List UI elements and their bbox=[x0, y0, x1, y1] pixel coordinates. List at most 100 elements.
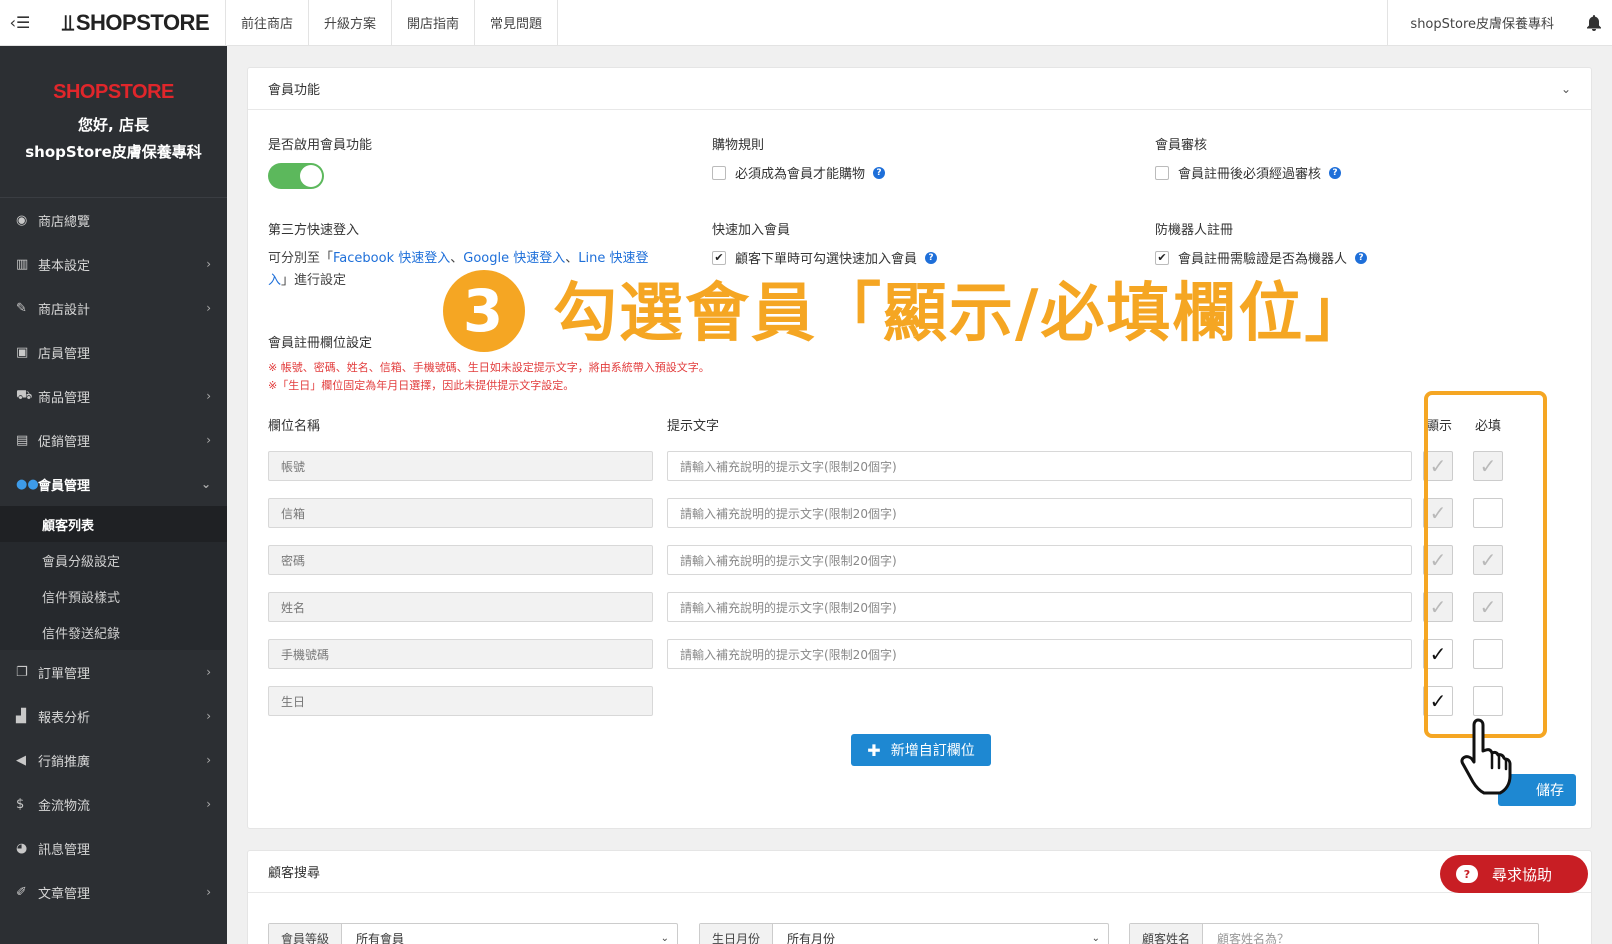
member-settings-panel: 會員功能 ⌄ 是否啟用會員功能 購物規則 必須成為會員才能購物 ? 會員審核 會… bbox=[247, 67, 1592, 829]
sidebar-item-messages[interactable]: ◕ 訊息管理 bbox=[0, 826, 227, 870]
brand-logo: SHOPSTORE bbox=[53, 81, 174, 103]
field-name-name: 姓名 bbox=[268, 592, 653, 622]
step-number-badge: 3 bbox=[443, 270, 525, 353]
field-name-account: 帳號 bbox=[268, 451, 653, 481]
members-only-checkbox[interactable] bbox=[712, 165, 726, 180]
sidebar-item-basic-settings[interactable]: ▥ 基本設定 › bbox=[0, 242, 227, 286]
chevron-right-icon: › bbox=[206, 709, 211, 723]
sidebar-subitem-mail-templates[interactable]: 信件預設樣式 bbox=[0, 578, 227, 614]
lock-icon: ▣ bbox=[16, 344, 29, 360]
bar-chart-icon: ▟ bbox=[16, 708, 26, 724]
annotation-text: 勾選會員「顯示/必填欄位」 bbox=[553, 277, 1371, 351]
chevron-down-icon: ⌄ bbox=[1091, 932, 1100, 944]
sidebar-item-staff[interactable]: ▣ 店員管理 bbox=[0, 330, 227, 374]
anti-bot-label: 防機器人註冊 bbox=[1155, 223, 1234, 238]
hint-input-email[interactable]: 請輸入補充說明的提示文字(限制20個字) bbox=[667, 498, 1412, 528]
field-name-email: 信箱 bbox=[268, 498, 653, 528]
enable-member-label: 是否啟用會員功能 bbox=[268, 138, 373, 153]
require-review-checkbox[interactable] bbox=[1155, 165, 1169, 180]
bell-icon bbox=[1587, 14, 1601, 31]
store-title: shopStore皮膚保養專科 bbox=[25, 143, 202, 161]
field-name-password: 密碼 bbox=[268, 545, 653, 575]
top-nav: 前往商店 升級方案 開店指南 常見問題 bbox=[226, 0, 559, 46]
sidebar-item-marketing[interactable]: ◀ 行銷推廣 › bbox=[0, 738, 227, 782]
help-icon[interactable]: ? bbox=[873, 166, 886, 179]
store-name-menu[interactable]: shopStore皮膚保養專科 bbox=[1387, 0, 1576, 46]
sidebar-item-reports[interactable]: ▟ 報表分析 › bbox=[0, 694, 227, 738]
require-review-label: 會員註冊後必須經過審核 bbox=[1178, 167, 1322, 182]
plus-icon: ✚ bbox=[867, 740, 881, 760]
sidebar-item-articles[interactable]: ✐ 文章管理 › bbox=[0, 870, 227, 914]
sidebar-subitem-member-levels[interactable]: 會員分級設定 bbox=[0, 542, 227, 578]
chevron-right-icon: › bbox=[206, 433, 211, 447]
line-login-link-cont[interactable]: 入 bbox=[268, 273, 281, 288]
reg-fields-note-1: ※ 帳號、密碼、姓名、信箱、手機號碼、生日如未設定提示文字，將由系統帶入預設文字… bbox=[268, 361, 710, 374]
chevron-right-icon: › bbox=[206, 301, 211, 315]
chevron-right-icon: › bbox=[206, 257, 211, 271]
chevron-down-icon: ⌄ bbox=[1560, 81, 1571, 96]
sidebar-item-orders[interactable]: ❐ 訂單管理 › bbox=[0, 650, 227, 694]
logo[interactable]: ⫫ SHOPSTORE bbox=[40, 0, 226, 46]
top-nav-guide[interactable]: 開店指南 bbox=[392, 0, 476, 46]
sidebar-subitem-customer-list[interactable]: 顧客列表 bbox=[0, 506, 227, 542]
hint-input-mobile[interactable]: 請輸入補充說明的提示文字(限制20個字) bbox=[667, 639, 1412, 669]
greeting-text: 您好, 店長 bbox=[78, 116, 149, 134]
hint-input-password[interactable]: 請輸入補充說明的提示文字(限制20個字) bbox=[667, 545, 1412, 575]
users-icon: ●● bbox=[16, 476, 39, 492]
edit-icon: ✐ bbox=[16, 884, 27, 900]
highlight-frame bbox=[1424, 391, 1547, 738]
dashboard-icon: ◉ bbox=[16, 212, 28, 228]
review-label: 會員審核 bbox=[1155, 138, 1208, 153]
cart-icon: ⛟ bbox=[16, 387, 33, 403]
members-subnav: 顧客列表 會員分級設定 信件預設樣式 信件發送紀錄 bbox=[0, 506, 227, 650]
customer-search-panel: 顧客搜尋 會員等級 所有會員 ⌄ 生日月份 所有月份 ⌄ 顧客姓名 顧客姓名為？ bbox=[247, 850, 1592, 944]
sidebar-item-members[interactable]: ●● 會員管理 ⌄ bbox=[0, 462, 227, 506]
sidebar-subitem-mail-log[interactable]: 信件發送紀錄 bbox=[0, 614, 227, 650]
chat-bubble-icon: ? bbox=[1456, 865, 1478, 883]
chevron-right-icon: › bbox=[206, 797, 211, 811]
sidebar-item-payment-logistics[interactable]: $ 金流物流 › bbox=[0, 782, 227, 826]
panel-title: 會員功能 bbox=[268, 83, 321, 98]
birth-month-select[interactable]: 生日月份 所有月份 ⌄ bbox=[699, 923, 1109, 944]
sidebar-item-products[interactable]: ⛟ 商品管理 › bbox=[0, 374, 227, 418]
sidebar: SHOPSTORE 您好, 店長 shopStore皮膚保養專科 ◉ 商店總覽 ▥… bbox=[0, 46, 227, 944]
hint-input-name[interactable]: 請輸入補充說明的提示文字(限制20個字) bbox=[667, 592, 1412, 622]
top-nav-visit-store[interactable]: 前往商店 bbox=[226, 0, 310, 46]
help-icon[interactable]: ? bbox=[1329, 166, 1342, 179]
copy-icon: ❐ bbox=[16, 664, 28, 680]
top-nav-faq[interactable]: 常見問題 bbox=[475, 0, 559, 46]
hint-input-account[interactable]: 請輸入補充說明的提示文字(限制20個字) bbox=[667, 451, 1412, 481]
sidebar-item-promotions[interactable]: ▤ 促銷管理 › bbox=[0, 418, 227, 462]
top-nav-upgrade[interactable]: 升級方案 bbox=[309, 0, 393, 46]
member-level-select[interactable]: 會員等級 所有會員 ⌄ bbox=[268, 923, 678, 944]
field-name-mobile: 手機號碼 bbox=[268, 639, 653, 669]
facebook-login-link[interactable]: Facebook 快速登入 bbox=[333, 251, 450, 266]
chevron-right-icon: › bbox=[206, 665, 211, 679]
chevron-down-icon: ⌄ bbox=[200, 477, 211, 491]
panel-header[interactable]: 會員功能 ⌄ bbox=[248, 68, 1591, 110]
sidebar-item-overview[interactable]: ◉ 商店總覽 bbox=[0, 198, 227, 242]
megaphone-icon: ◀ bbox=[16, 752, 26, 768]
members-only-label: 必須成為會員才能購物 bbox=[735, 167, 866, 182]
chevron-down-icon: ⌄ bbox=[660, 932, 669, 944]
third-party-login-label: 第三方快速登入 bbox=[268, 223, 360, 238]
enable-member-toggle[interactable] bbox=[268, 163, 324, 189]
sidebar-item-store-design[interactable]: ✎ 商店設計 › bbox=[0, 286, 227, 330]
column-header-hint: 提示文字 bbox=[667, 419, 720, 434]
sidebar-toggle-button[interactable]: ‹☰ bbox=[0, 0, 40, 46]
add-custom-field-button[interactable]: ✚ 新增自訂欄位 bbox=[851, 734, 991, 766]
sidebar-brand: SHOPSTORE 您好, 店長 shopStore皮膚保養專科 bbox=[0, 46, 227, 198]
quick-join-label: 快速加入會員 bbox=[712, 223, 791, 238]
chat-icon: ◕ bbox=[16, 840, 28, 856]
customer-name-input[interactable]: 顧客姓名 顧客姓名為？ bbox=[1129, 923, 1539, 944]
dollar-icon: $ bbox=[16, 796, 25, 812]
brush-icon: ✎ bbox=[16, 300, 27, 316]
hand-cursor-icon bbox=[1460, 718, 1512, 795]
help-button[interactable]: ? 尋求協助 bbox=[1440, 855, 1588, 893]
reg-fields-note-2: ※「生日」欄位固定為年月日選擇，因此未提供提示文字設定。 bbox=[268, 379, 575, 392]
notification-button[interactable] bbox=[1576, 0, 1612, 46]
chevron-right-icon: › bbox=[206, 753, 211, 767]
logo-mark-icon: ⫫ bbox=[62, 9, 74, 35]
shopping-rule-label: 購物規則 bbox=[712, 138, 765, 153]
field-name-birthday: 生日 bbox=[268, 686, 653, 716]
